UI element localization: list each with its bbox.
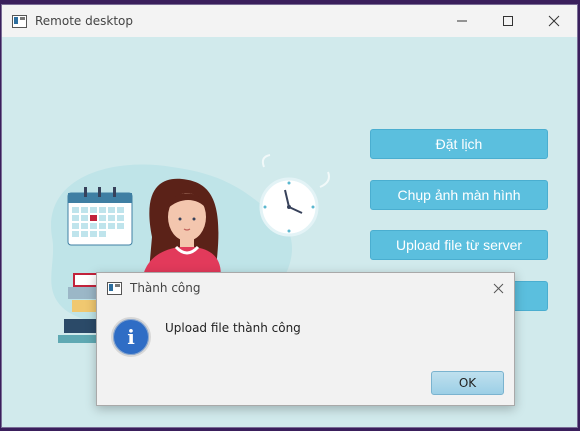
close-icon: [493, 283, 503, 293]
calendar-icon: [67, 187, 133, 246]
dialog-message: Upload file thành công: [165, 321, 301, 335]
schedule-button[interactable]: Đặt lịch: [370, 129, 548, 159]
maximize-button[interactable]: [485, 5, 531, 37]
info-icon: i: [111, 317, 151, 357]
dialog-title: Thành công: [130, 281, 201, 295]
upload-file-button[interactable]: Upload file từ server: [370, 230, 548, 260]
maximize-icon: [503, 16, 513, 26]
close-button[interactable]: [531, 5, 577, 37]
dialog-app-icon: [107, 281, 122, 295]
alarm-clock-icon: [259, 154, 330, 237]
close-icon: [548, 15, 560, 27]
success-dialog: Thành công i Upload file thành công OK: [96, 272, 515, 406]
dialog-title-bar[interactable]: Thành công: [97, 273, 514, 303]
screenshot-button[interactable]: Chụp ảnh màn hình: [370, 180, 548, 210]
title-bar[interactable]: Remote desktop: [2, 5, 577, 37]
ok-button[interactable]: OK: [431, 371, 504, 395]
dialog-close-button[interactable]: [490, 280, 506, 296]
window-title: Remote desktop: [35, 14, 133, 28]
app-icon: [12, 14, 27, 28]
minimize-button[interactable]: [439, 5, 485, 37]
minimize-icon: [457, 20, 467, 22]
woman-illustration: [142, 178, 221, 282]
